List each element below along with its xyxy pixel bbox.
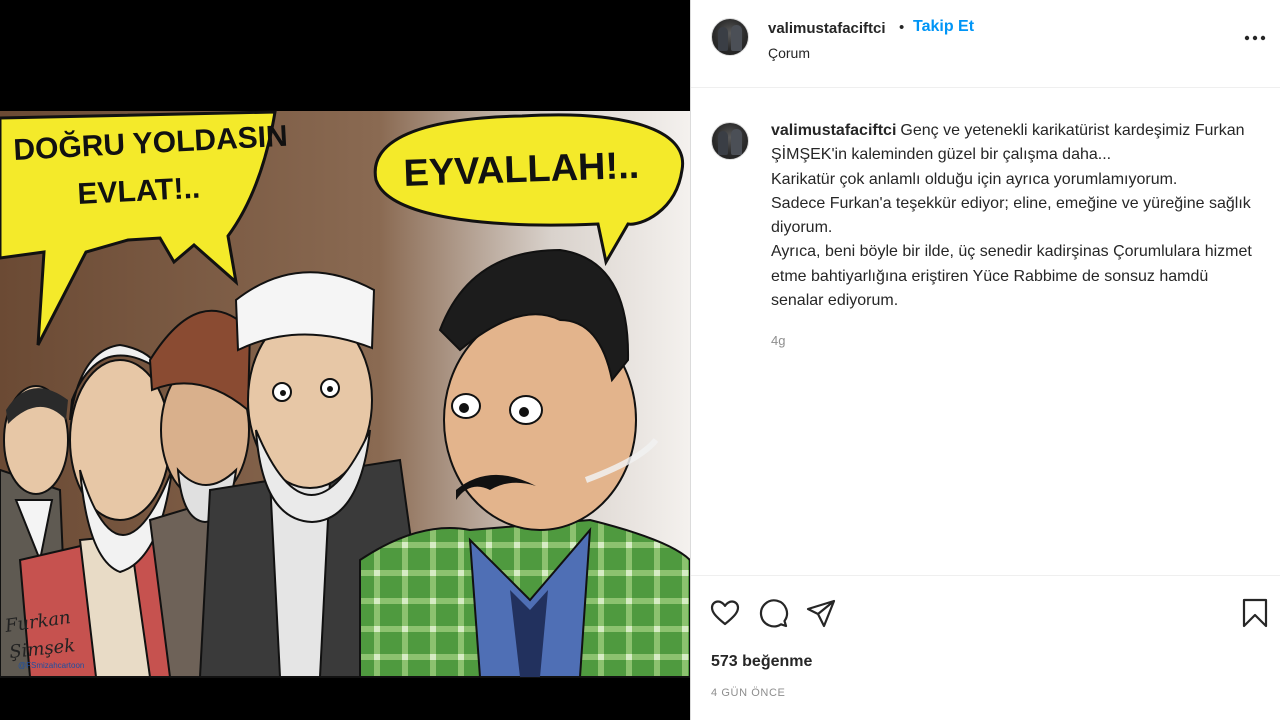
- post-header: valimustafaciftci • Takip Et Çorum: [691, 0, 1280, 88]
- caption-line-2: ŞİMŞEK'in kaleminden güzel bir çalışma d…: [771, 146, 1112, 164]
- separator-dot: •: [899, 19, 905, 36]
- heart-icon[interactable]: [709, 597, 741, 629]
- post-actions: 573 beğenme 4 GÜN ÖNCE: [691, 575, 1280, 720]
- avatar[interactable]: [711, 18, 749, 56]
- bookmark-icon[interactable]: [1239, 597, 1271, 629]
- location-link[interactable]: Çorum: [768, 45, 810, 61]
- caption-line-7: etme bahtiyarlığına eriştiren Yüce Rabbi…: [771, 267, 1209, 285]
- caption-line-1: Genç ve yetenekli karikatürist kardeşimi…: [900, 122, 1245, 139]
- bubble-right-text: EYVALLAH!..: [403, 145, 640, 195]
- more-horizontal-icon[interactable]: [1243, 30, 1267, 46]
- like-count[interactable]: 573 beğenme: [711, 653, 812, 671]
- post-date[interactable]: 4 GÜN ÖNCE: [711, 687, 785, 699]
- follow-button[interactable]: Takip Et: [913, 18, 974, 36]
- caption-username[interactable]: valimustafaciftci: [771, 122, 896, 139]
- share-icon[interactable]: [805, 597, 837, 629]
- post-media[interactable]: DOĞRU YOLDASIN EVLAT!.. EYVALLAH!.. Furk…: [0, 0, 690, 720]
- caption-line-5: diyorum.: [771, 219, 833, 237]
- caption-line-8: senalar ediyorum.: [771, 292, 899, 310]
- post-caption: valimustafaciftci Genç ve yetenekli karik…: [771, 119, 1263, 313]
- caption-line-4: Sadece Furkan'a teşekkür ediyor; eline, …: [771, 194, 1251, 212]
- caption-line-3: Karikatür çok anlamlı olduğu için ayrıca…: [771, 170, 1178, 188]
- signature-handle: @FSmizahcartoon: [18, 661, 84, 670]
- caption-line-6: Ayrıca, beni böyle bir ilde, üç senedir …: [771, 243, 1252, 261]
- cartoon-image: DOĞRU YOLDASIN EVLAT!.. EYVALLAH!.. Furk…: [0, 110, 690, 678]
- caption-age[interactable]: 4g: [771, 333, 785, 348]
- bubble-left-line2: EVLAT!..: [77, 172, 201, 211]
- post-sidebar: valimustafaciftci • Takip Et Çorum valim…: [690, 0, 1280, 720]
- comment-icon[interactable]: [757, 597, 789, 629]
- header-username[interactable]: valimustafaciftci: [768, 20, 886, 37]
- caption-avatar[interactable]: [711, 122, 749, 160]
